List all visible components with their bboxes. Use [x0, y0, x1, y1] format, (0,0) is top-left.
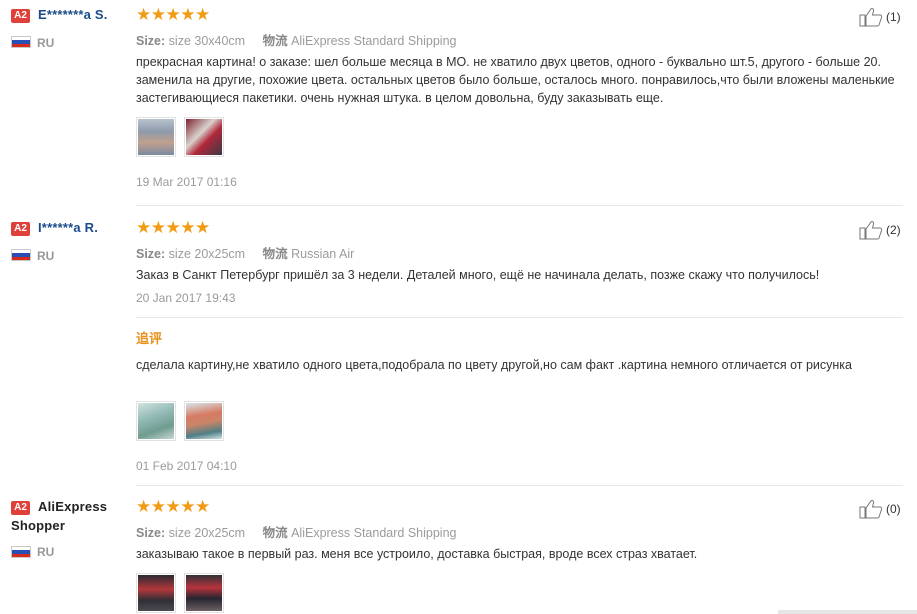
russia-flag-icon: [11, 546, 31, 558]
reviewer-name-line2[interactable]: Shopper: [11, 518, 65, 533]
review-photo-thumbnail[interactable]: [136, 573, 176, 613]
size-value: size 20x25cm: [168, 247, 246, 261]
shipping-value: AliExpress Standard Shipping: [291, 526, 457, 540]
shipping-label: 物流: [262, 526, 288, 540]
reviewer-name[interactable]: AliExpress: [38, 499, 107, 514]
helpful-count: (1): [886, 10, 901, 24]
reviewer-country: RU: [37, 36, 55, 50]
size-label: Size:: [136, 526, 166, 540]
reviewer-name[interactable]: I******a R.: [38, 220, 98, 235]
star-rating: ★★★★★: [136, 218, 210, 237]
review-photo-thumbnail[interactable]: [184, 117, 224, 157]
buyer-level-badge: A2: [11, 222, 30, 236]
review-date: 20 Jan 2017 19:43: [136, 291, 236, 305]
helpful-count: (2): [886, 223, 901, 237]
review-text: прекрасная картина! о заказе: шел больше…: [136, 55, 895, 105]
thumbs-up-icon: [859, 221, 883, 240]
helpful-button[interactable]: (0): [859, 499, 901, 519]
shipping-value: Russian Air: [291, 247, 355, 261]
review-text: заказываю такое в первый раз. меня все у…: [136, 547, 698, 561]
buyer-level-badge: A2: [11, 501, 30, 515]
buyer-level-badge: A2: [11, 9, 30, 23]
review-divider: [136, 485, 903, 486]
review-photo-thumbnail[interactable]: [136, 401, 176, 441]
helpful-count: (0): [886, 502, 901, 516]
reviewer-country: RU: [37, 249, 55, 263]
review-divider: [136, 205, 903, 206]
thumbs-up-icon: [859, 8, 883, 27]
review-photo-thumbnail[interactable]: [184, 573, 224, 613]
review-meta: Size: size 30x40cm 物流 AliExpress Standar…: [136, 30, 456, 49]
size-value: size 30x40cm: [168, 34, 246, 48]
reviewer-country: RU: [37, 545, 55, 559]
additional-review-text: сделала картину,не хватило одного цвета,…: [136, 358, 852, 372]
additional-review-divider: [136, 317, 903, 318]
shipping-value: AliExpress Standard Shipping: [291, 34, 457, 48]
shipping-label: 物流: [262, 247, 288, 261]
reviewer-name[interactable]: E*******a S.: [38, 7, 108, 22]
review-date: 19 Mar 2017 01:16: [136, 175, 237, 189]
review-meta: Size: size 20x25cm 物流 AliExpress Standar…: [136, 522, 456, 541]
review-photo-thumbnail[interactable]: [136, 117, 176, 157]
review-photo-thumbnail[interactable]: [184, 401, 224, 441]
review-meta: Size: size 20x25cm 物流 Russian Air: [136, 243, 354, 262]
horizontal-scrollbar[interactable]: [778, 610, 917, 614]
additional-review-label: 追评: [136, 331, 163, 346]
size-value: size 20x25cm: [168, 526, 246, 540]
star-rating: ★★★★★: [136, 497, 210, 516]
size-label: Size:: [136, 34, 166, 48]
review-text: Заказ в Санкт Петербург пришёл за 3 неде…: [136, 268, 820, 282]
star-rating: ★★★★★: [136, 5, 210, 24]
russia-flag-icon: [11, 36, 31, 48]
additional-review-date: 01 Feb 2017 04:10: [136, 459, 237, 473]
russia-flag-icon: [11, 249, 31, 261]
helpful-button[interactable]: (2): [859, 220, 901, 240]
shipping-label: 物流: [262, 34, 288, 48]
helpful-button[interactable]: (1): [859, 7, 901, 27]
size-label: Size:: [136, 247, 166, 261]
thumbs-up-icon: [859, 500, 883, 519]
